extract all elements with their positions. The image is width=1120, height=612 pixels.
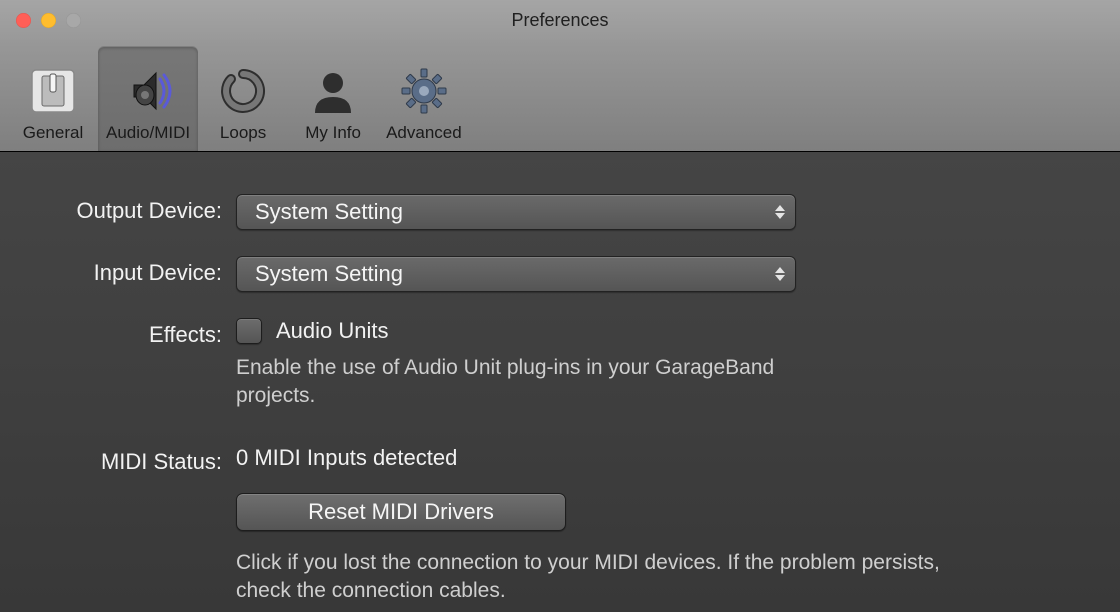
preferences-content: Output Device: System Setting Input Devi… bbox=[0, 152, 1120, 612]
input-device-select[interactable]: System Setting bbox=[236, 256, 796, 292]
switch-icon bbox=[27, 65, 79, 117]
effects-help-text: Enable the use of Audio Unit plug-ins in… bbox=[236, 354, 836, 411]
input-device-label: Input Device: bbox=[48, 256, 236, 286]
chevron-up-down-icon bbox=[775, 267, 785, 281]
midi-status-label: MIDI Status: bbox=[48, 445, 236, 475]
speaker-icon bbox=[122, 65, 174, 117]
reset-midi-drivers-button[interactable]: Reset MIDI Drivers bbox=[236, 493, 566, 531]
row-midi-help: Click if you lost the connection to your… bbox=[48, 549, 1072, 606]
output-device-value: System Setting bbox=[255, 199, 403, 225]
tab-audio-midi[interactable]: Audio/MIDI bbox=[98, 47, 198, 151]
traffic-lights bbox=[16, 13, 81, 28]
tab-general[interactable]: General bbox=[8, 47, 98, 151]
row-input-device: Input Device: System Setting bbox=[48, 256, 1072, 292]
tab-label: My Info bbox=[305, 123, 361, 143]
zoom-button[interactable] bbox=[66, 13, 81, 28]
row-output-device: Output Device: System Setting bbox=[48, 194, 1072, 230]
person-icon bbox=[307, 65, 359, 117]
tab-my-info[interactable]: My Info bbox=[288, 47, 378, 151]
audio-units-checkbox[interactable] bbox=[236, 318, 262, 344]
gear-icon bbox=[398, 65, 450, 117]
output-device-label: Output Device: bbox=[48, 194, 236, 224]
close-button[interactable] bbox=[16, 13, 31, 28]
audio-units-label: Audio Units bbox=[276, 318, 389, 344]
loop-icon bbox=[217, 65, 269, 117]
input-device-value: System Setting bbox=[255, 261, 403, 287]
reset-midi-drivers-label: Reset MIDI Drivers bbox=[308, 499, 494, 525]
midi-status-value: 0 MIDI Inputs detected bbox=[236, 445, 836, 471]
row-midi-button: Reset MIDI Drivers bbox=[48, 493, 1072, 531]
titlebar: Preferences bbox=[0, 0, 1120, 40]
tab-advanced[interactable]: Advanced bbox=[378, 47, 470, 151]
effects-label: Effects: bbox=[48, 318, 236, 348]
minimize-button[interactable] bbox=[41, 13, 56, 28]
window-title: Preferences bbox=[0, 10, 1120, 31]
tab-label: Advanced bbox=[386, 123, 462, 143]
row-effects: Effects: Audio Units bbox=[48, 318, 1072, 348]
row-effects-help: Enable the use of Audio Unit plug-ins in… bbox=[48, 354, 1072, 411]
toolbar: General Audio/MIDI Loops bbox=[0, 40, 1120, 152]
tab-label: Audio/MIDI bbox=[106, 123, 190, 143]
midi-help-text: Click if you lost the connection to your… bbox=[236, 549, 996, 606]
output-device-select[interactable]: System Setting bbox=[236, 194, 796, 230]
chevron-up-down-icon bbox=[775, 205, 785, 219]
tab-label: General bbox=[23, 123, 83, 143]
tab-loops[interactable]: Loops bbox=[198, 47, 288, 151]
tab-label: Loops bbox=[220, 123, 266, 143]
row-midi-status: MIDI Status: 0 MIDI Inputs detected bbox=[48, 445, 1072, 475]
